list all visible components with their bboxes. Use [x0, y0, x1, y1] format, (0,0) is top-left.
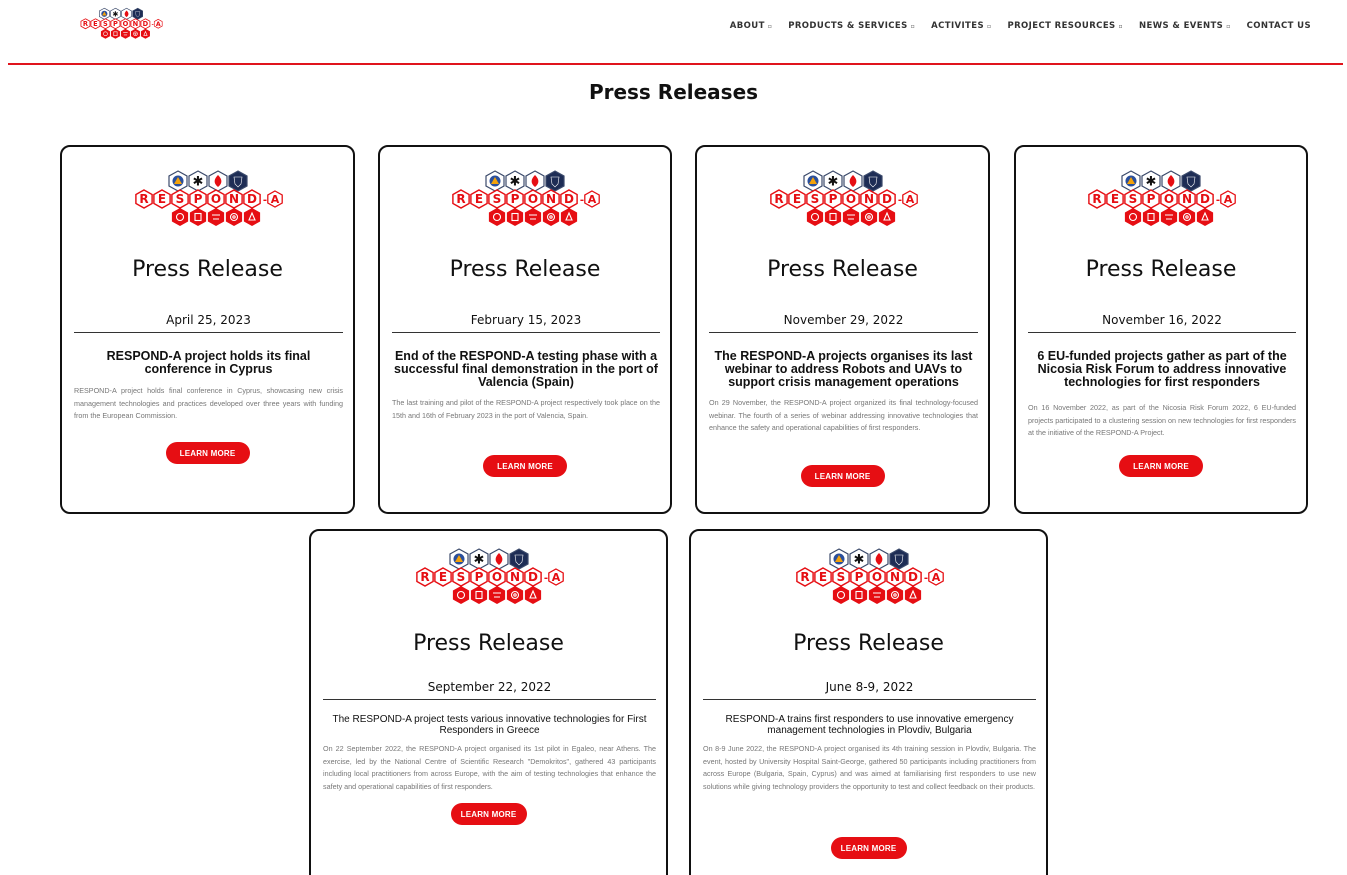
learn-more-button[interactable]: LEARN MORE: [483, 455, 567, 477]
card-heading: Press Release: [449, 257, 601, 282]
card-title[interactable]: End of the RESPOND-A testing phase with …: [392, 349, 660, 389]
nav-item-project-resources[interactable]: PROJECT RESOURCES ▫: [1007, 21, 1123, 31]
press-release-card: Press Release February 15, 2023 End of t…: [378, 145, 672, 514]
nav-item-activites[interactable]: ACTIVITES ▫: [931, 21, 991, 31]
card-date: June 8-9, 2022: [703, 680, 1036, 700]
card-title[interactable]: The RESPOND-A projects organises its las…: [709, 349, 978, 389]
nav-item-news-events[interactable]: NEWS & EVENTS ▫: [1139, 21, 1231, 31]
press-release-card: Press Release April 25, 2023 RESPOND-A p…: [60, 145, 355, 514]
card-logo: [133, 167, 283, 239]
press-release-card: Press Release November 29, 2022 The RESP…: [695, 145, 990, 514]
site-logo[interactable]: [58, 6, 184, 46]
learn-more-button[interactable]: LEARN MORE: [800, 465, 885, 487]
card-date: February 15, 2023: [392, 313, 660, 333]
card-date: April 25, 2023: [74, 313, 343, 333]
nav-item-products-services[interactable]: PRODUCTS & SERVICES ▫: [788, 21, 915, 31]
card-title[interactable]: The RESPOND-A project tests various inno…: [323, 714, 656, 736]
main-nav: ABOUT ▫ PRODUCTS & SERVICES ▫ ACTIVITES ▫ P…: [730, 21, 1311, 31]
learn-more-button[interactable]: LEARN MORE: [165, 442, 250, 464]
nav-item-about[interactable]: ABOUT ▫: [730, 21, 772, 31]
card-date: November 29, 2022: [709, 313, 978, 333]
card-description: RESPOND-A project holds final conference…: [74, 386, 343, 421]
dropdown-icon: ▫: [1226, 22, 1231, 30]
press-release-card: Press Release June 8-9, 2022 RESPOND-A t…: [689, 529, 1048, 875]
card-logo: [414, 545, 564, 617]
press-release-card: Press Release September 22, 2022 The RES…: [309, 529, 668, 875]
card-logo: [794, 545, 944, 617]
card-description: On 8-9 June 2022, the RESPOND-A project …: [703, 744, 1036, 791]
dropdown-icon: ▫: [910, 22, 916, 30]
card-date: November 16, 2022: [1028, 313, 1296, 333]
page-title: Press Releases: [588, 80, 759, 104]
card-title[interactable]: 6 EU-funded projects gather as part of t…: [1028, 349, 1296, 389]
dropdown-icon: ▫: [767, 22, 773, 30]
card-heading: Press Release: [767, 257, 918, 282]
card-date: September 22, 2022: [323, 680, 656, 700]
site-header: ABOUT ▫ PRODUCTS & SERVICES ▫ ACTIVITES ▫ P…: [0, 0, 1347, 65]
card-description: On 16 November 2022, as part of the Nico…: [1028, 403, 1296, 438]
card-description: The last training and pilot of the RESPO…: [392, 398, 660, 420]
header-divider: [8, 63, 1343, 65]
card-heading: Press Release: [1085, 257, 1237, 282]
card-description: On 29 November, the RESPOND-A project or…: [709, 398, 978, 433]
card-description: On 22 September 2022, the RESPOND-A proj…: [323, 744, 656, 791]
card-logo: [1086, 167, 1236, 239]
learn-more-button[interactable]: LEARN MORE: [830, 837, 907, 859]
nav-item-contact-us[interactable]: CONTACT US: [1247, 21, 1311, 31]
card-heading: Press Release: [132, 257, 283, 282]
card-logo: [768, 167, 918, 239]
dropdown-icon: ▫: [987, 22, 992, 30]
card-title[interactable]: RESPOND-A trains first responders to use…: [703, 714, 1036, 736]
press-release-card: Press Release November 16, 2022 6 EU-fun…: [1014, 145, 1308, 514]
dropdown-icon: ▫: [1118, 22, 1124, 30]
learn-more-button[interactable]: LEARN MORE: [1119, 455, 1203, 477]
card-heading: Press Release: [793, 631, 944, 656]
card-title[interactable]: RESPOND-A project holds its final confer…: [74, 349, 343, 376]
card-heading: Press Release: [413, 631, 564, 656]
card-logo: [450, 167, 600, 239]
learn-more-button[interactable]: LEARN MORE: [450, 803, 527, 825]
